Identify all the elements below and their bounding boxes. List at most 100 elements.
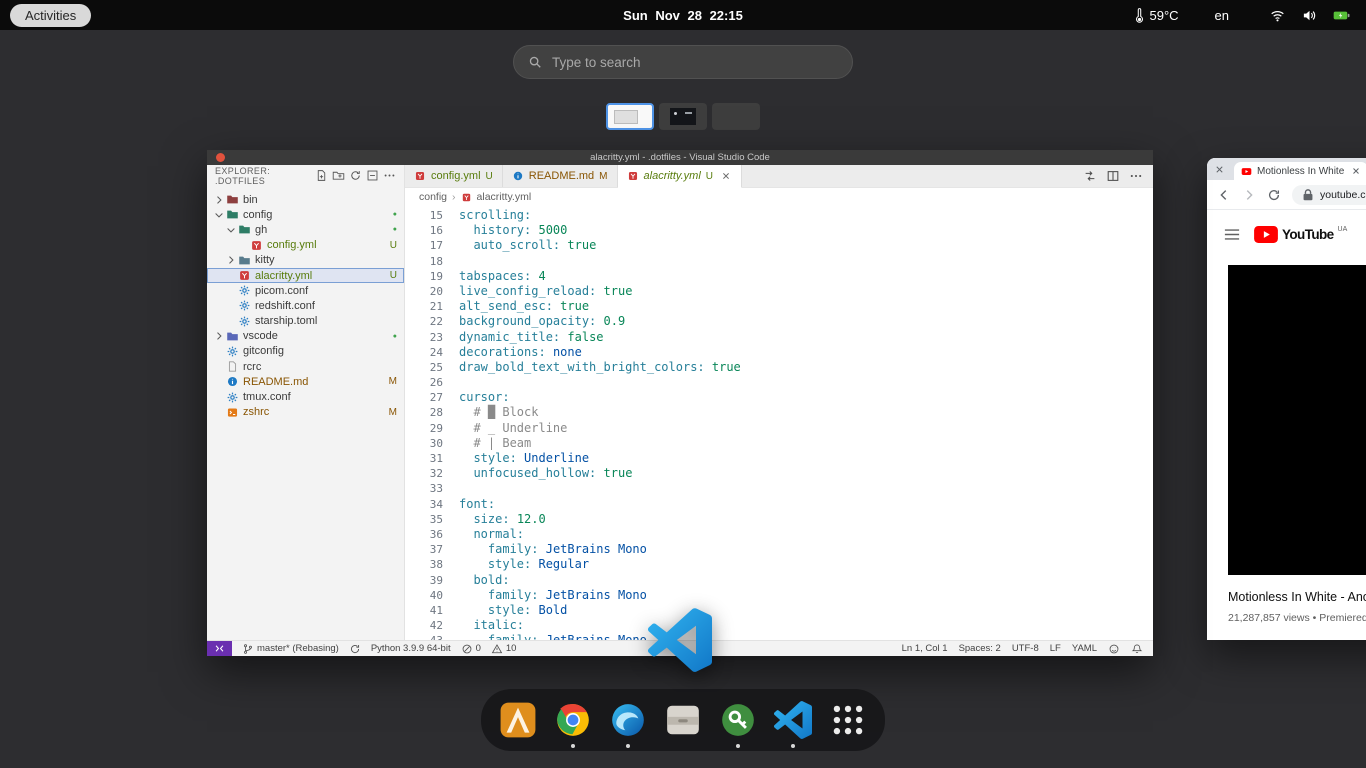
more-actions-icon[interactable] (383, 169, 396, 182)
code-line[interactable]: 30 # | Beam (405, 436, 1153, 451)
tree-item-README.md[interactable]: README.mdM (207, 374, 404, 389)
code-line[interactable]: 38 style: Regular (405, 557, 1153, 572)
code-line[interactable]: 28 # █ Block (405, 405, 1153, 420)
status-item[interactable]: Spaces: 2 (959, 643, 1001, 654)
tree-item-zshrc[interactable]: zshrcM (207, 405, 404, 420)
video-player[interactable] (1228, 265, 1366, 575)
code-line[interactable]: 17 auto_scroll: true (405, 238, 1153, 253)
code-line[interactable]: 32 unfocused_hollow: true (405, 466, 1153, 481)
close-icon[interactable] (1214, 164, 1225, 175)
code-line[interactable]: 27cursor: (405, 390, 1153, 405)
tree-item-tmux.conf[interactable]: tmux.conf (207, 389, 404, 404)
tree-item-picom.conf[interactable]: picom.conf (207, 283, 404, 298)
tree-item-bin[interactable]: bin (207, 192, 404, 207)
browser-tab[interactable]: Motionless In White (1234, 162, 1366, 180)
code-line[interactable]: 39 bold: (405, 573, 1153, 588)
code-line[interactable]: 23dynamic_title: false (405, 330, 1153, 345)
files-app-icon[interactable] (662, 699, 704, 741)
split-editor-icon[interactable] (1106, 169, 1120, 183)
reload-icon[interactable] (1267, 188, 1281, 202)
code-line[interactable]: 22background_opacity: 0.9 (405, 314, 1153, 329)
open-changes-icon[interactable] (1083, 169, 1097, 183)
tree-item-alacritty.yml[interactable]: alacritty.ymlU (207, 268, 404, 283)
code-line[interactable]: 26 (405, 375, 1153, 390)
code-line[interactable]: 37 family: JetBrains Mono (405, 542, 1153, 557)
workspace-thumbnail-3[interactable] (712, 103, 760, 130)
breadcrumb[interactable]: config › alacritty.yml (405, 188, 1153, 206)
code-line[interactable]: 15scrolling: (405, 208, 1153, 223)
status-item[interactable]: UTF-8 (1012, 643, 1039, 654)
code-line[interactable]: 36 normal: (405, 527, 1153, 542)
code-line[interactable]: 41 style: Bold (405, 603, 1153, 618)
code-line[interactable]: 34font: (405, 497, 1153, 512)
tree-item-vscode[interactable]: vscode● (207, 329, 404, 344)
remote-indicator[interactable] (207, 641, 232, 656)
status-item[interactable]: LF (1050, 643, 1061, 654)
back-icon[interactable] (1217, 188, 1231, 202)
menu-icon[interactable] (1224, 228, 1240, 241)
clock[interactable]: Sun Nov 28 22:15 (623, 8, 743, 23)
new-folder-icon[interactable] (332, 169, 345, 182)
tree-item-gitconfig[interactable]: gitconfig (207, 344, 404, 359)
tree-item-starship.toml[interactable]: starship.toml (207, 314, 404, 329)
address-bar[interactable]: youtube.com/wa (1292, 185, 1366, 205)
tree-item-kitty[interactable]: kitty (207, 253, 404, 268)
breadcrumb-item[interactable]: alacritty.yml (477, 191, 532, 203)
close-icon[interactable] (216, 153, 225, 162)
code-line[interactable]: 20live_config_reload: true (405, 284, 1153, 299)
tab-README.md[interactable]: README.mdM (503, 165, 618, 187)
status-item[interactable] (349, 643, 361, 655)
workspace-thumbnail-2[interactable] (659, 103, 707, 130)
tree-item-redshift.conf[interactable]: redshift.conf (207, 298, 404, 313)
chrome-app-icon[interactable] (552, 699, 594, 741)
code-line[interactable]: 24decorations: none (405, 345, 1153, 360)
show-applications-button[interactable] (827, 699, 869, 741)
vscode-logo-drag-icon[interactable] (648, 608, 712, 672)
keyboard-layout-indicator[interactable]: en (1215, 8, 1229, 23)
code-line[interactable]: 31 style: Underline (405, 451, 1153, 466)
more-actions-icon[interactable] (1129, 169, 1143, 183)
status-item[interactable]: 10 (491, 643, 517, 655)
status-item[interactable]: Ln 1, Col 1 (902, 643, 948, 654)
code-line[interactable]: 42 italic: (405, 618, 1153, 633)
code-line[interactable]: 35 size: 12.0 (405, 512, 1153, 527)
status-item[interactable]: master* (Rebasing) (242, 643, 339, 655)
new-file-icon[interactable] (315, 169, 328, 182)
keepassxc-app-icon[interactable] (717, 699, 759, 741)
code-line[interactable]: 21alt_send_esc: true (405, 299, 1153, 314)
tree-item-rcrc[interactable]: rcrc (207, 359, 404, 374)
vscode-app-icon[interactable] (772, 699, 814, 741)
status-item[interactable]: YAML (1072, 643, 1097, 654)
collapse-folders-icon[interactable] (366, 169, 379, 182)
close-icon[interactable] (720, 170, 732, 182)
tab-alacritty.yml[interactable]: alacritty.ymlU (618, 165, 742, 188)
status-item[interactable] (1131, 643, 1143, 655)
breadcrumb-item[interactable]: config (419, 191, 447, 203)
activities-button[interactable]: Activities (10, 4, 91, 27)
tree-item-gh[interactable]: gh● (207, 222, 404, 237)
tree-item-config.yml[interactable]: config.ymlU (207, 238, 404, 253)
search-bar[interactable]: Type to search (513, 45, 853, 79)
workspace-thumbnail-1[interactable] (606, 103, 654, 130)
code-editor[interactable]: 15scrolling:16 history: 500017 auto_scro… (405, 206, 1153, 640)
code-line[interactable]: 16 history: 5000 (405, 223, 1153, 238)
volume-icon[interactable] (1301, 8, 1318, 23)
youtube-logo[interactable]: YouTube UA (1254, 226, 1347, 243)
code-line[interactable]: 43 family: JetBrains Mono (405, 633, 1153, 640)
tab-config.yml[interactable]: config.ymlU (405, 165, 503, 187)
code-line[interactable]: 25draw_bold_text_with_bright_colors: tru… (405, 360, 1153, 375)
edge-app-icon[interactable] (607, 699, 649, 741)
code-line[interactable]: 33 (405, 481, 1153, 496)
tree-item-config[interactable]: config● (207, 207, 404, 222)
forward-icon[interactable] (1242, 188, 1256, 202)
code-line[interactable]: 19tabspaces: 4 (405, 269, 1153, 284)
status-item[interactable]: 0 (461, 643, 481, 655)
vscode-titlebar[interactable]: alacritty.yml - .dotfiles - Visual Studi… (207, 150, 1153, 165)
refresh-explorer-icon[interactable] (349, 169, 362, 182)
battery-icon[interactable] (1333, 8, 1350, 23)
tab-close-icon[interactable] (1351, 166, 1361, 176)
alacritty-app-icon[interactable] (497, 699, 539, 741)
status-item[interactable] (1108, 643, 1120, 655)
wifi-icon[interactable] (1269, 8, 1286, 23)
status-item[interactable]: Python 3.9.9 64-bit (371, 643, 451, 654)
